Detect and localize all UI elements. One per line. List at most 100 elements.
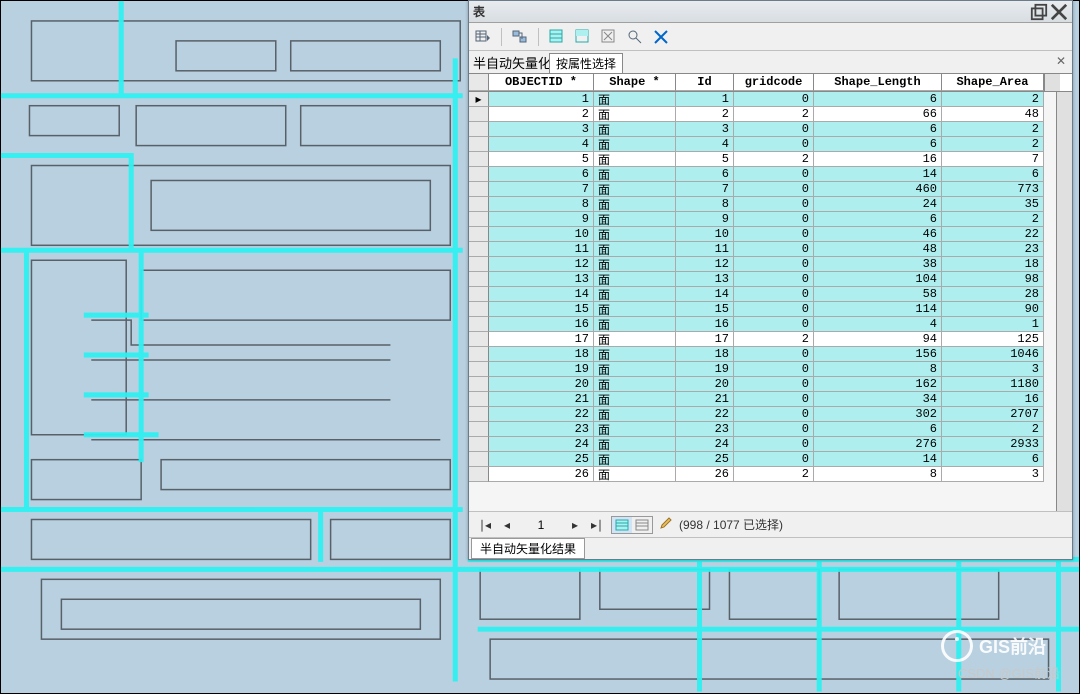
- vertical-scrollbar[interactable]: [1056, 92, 1072, 511]
- row-handle[interactable]: [469, 467, 489, 482]
- row-handle[interactable]: [469, 287, 489, 302]
- show-all-icon[interactable]: [612, 517, 632, 533]
- cell-gridcode: 2: [734, 467, 814, 482]
- table-row[interactable]: 18面1801561046: [469, 347, 1056, 362]
- row-handle[interactable]: [469, 377, 489, 392]
- delete-selection-icon[interactable]: [651, 27, 671, 47]
- table-row[interactable]: 17面17294125: [469, 332, 1056, 347]
- cell-gridcode: 0: [734, 212, 814, 227]
- select-by-attr-popup[interactable]: 按属性选择: [549, 53, 623, 74]
- select-all-handle[interactable]: [469, 74, 489, 91]
- table-row[interactable]: 3面3062: [469, 122, 1056, 137]
- table-row[interactable]: 5面52167: [469, 152, 1056, 167]
- cell-shape: 面: [594, 467, 676, 482]
- row-handle[interactable]: ▸: [469, 92, 489, 107]
- row-handle[interactable]: [469, 227, 489, 242]
- table-row[interactable]: 26面26283: [469, 467, 1056, 482]
- close-tab-icon[interactable]: ✕: [1056, 54, 1066, 68]
- table-row[interactable]: 2面226648: [469, 107, 1056, 122]
- row-handle[interactable]: [469, 302, 489, 317]
- edit-pencil-icon[interactable]: [659, 516, 673, 533]
- next-record-icon[interactable]: ▸: [567, 517, 583, 533]
- cell-gridcode: 0: [734, 122, 814, 137]
- table-row[interactable]: 6面60146: [469, 167, 1056, 182]
- col-shape-area[interactable]: Shape_Area: [942, 74, 1044, 91]
- close-icon[interactable]: [1050, 5, 1068, 19]
- cell-length: 24: [814, 197, 942, 212]
- cell-gridcode: 0: [734, 422, 814, 437]
- layer-tab-label[interactable]: 半自动矢量化: [473, 53, 551, 72]
- col-id[interactable]: Id: [676, 74, 734, 91]
- row-handle[interactable]: [469, 182, 489, 197]
- show-selected-icon[interactable]: [632, 517, 652, 533]
- related-tables-icon[interactable]: [510, 27, 530, 47]
- table-row[interactable]: ▸1面1062: [469, 92, 1056, 107]
- row-handle[interactable]: [469, 152, 489, 167]
- row-handle[interactable]: [469, 422, 489, 437]
- table-row[interactable]: 10面1004622: [469, 227, 1056, 242]
- cell-area: 98: [942, 272, 1044, 287]
- row-handle[interactable]: [469, 362, 489, 377]
- row-handle[interactable]: [469, 317, 489, 332]
- titlebar[interactable]: 表: [469, 1, 1072, 23]
- row-handle[interactable]: [469, 242, 489, 257]
- table-row[interactable]: 13面13010498: [469, 272, 1056, 287]
- row-handle[interactable]: [469, 347, 489, 362]
- cell-gridcode: 0: [734, 197, 814, 212]
- row-handle[interactable]: [469, 107, 489, 122]
- cell-objectid: 20: [489, 377, 594, 392]
- row-handle[interactable]: [469, 197, 489, 212]
- prev-record-icon[interactable]: ◂: [499, 517, 515, 533]
- cell-area: 773: [942, 182, 1044, 197]
- cell-objectid: 19: [489, 362, 594, 377]
- table-row[interactable]: 14面1405828: [469, 287, 1056, 302]
- table-row[interactable]: 25面250146: [469, 452, 1056, 467]
- row-handle[interactable]: [469, 137, 489, 152]
- table-row[interactable]: 24面2402762933: [469, 437, 1056, 452]
- col-shape-length[interactable]: Shape_Length: [814, 74, 942, 91]
- first-record-icon[interactable]: ∣◂: [477, 517, 493, 533]
- table-row[interactable]: 4面4062: [469, 137, 1056, 152]
- row-handle[interactable]: [469, 392, 489, 407]
- row-handle[interactable]: [469, 332, 489, 347]
- table-row[interactable]: 11面1104823: [469, 242, 1056, 257]
- table-options-icon[interactable]: [473, 27, 493, 47]
- record-number-input[interactable]: [521, 518, 561, 532]
- cell-gridcode: 0: [734, 437, 814, 452]
- row-handle[interactable]: [469, 272, 489, 287]
- restore-icon[interactable]: [1030, 5, 1048, 19]
- row-handle[interactable]: [469, 122, 489, 137]
- table-row[interactable]: 21面2103416: [469, 392, 1056, 407]
- table-row[interactable]: 16面16041: [469, 317, 1056, 332]
- switch-selection-icon[interactable]: [573, 27, 593, 47]
- result-layer-tab[interactable]: 半自动矢量化结果: [471, 538, 585, 559]
- cell-area: 1: [942, 317, 1044, 332]
- table-row[interactable]: 23面23062: [469, 422, 1056, 437]
- table-row[interactable]: 12面1203818: [469, 257, 1056, 272]
- row-handle[interactable]: [469, 257, 489, 272]
- col-objectid[interactable]: OBJECTID *: [489, 74, 594, 91]
- table-row[interactable]: 22面2203022707: [469, 407, 1056, 422]
- last-record-icon[interactable]: ▸∣: [589, 517, 605, 533]
- clear-selection-icon[interactable]: [599, 27, 619, 47]
- col-shape[interactable]: Shape *: [594, 74, 676, 91]
- row-handle[interactable]: [469, 167, 489, 182]
- table-row[interactable]: 7面70460773: [469, 182, 1056, 197]
- show-mode-toggle[interactable]: [611, 516, 653, 534]
- select-by-attributes-icon[interactable]: [547, 27, 567, 47]
- table-row[interactable]: 9面9062: [469, 212, 1056, 227]
- row-handle[interactable]: [469, 452, 489, 467]
- table-row[interactable]: 8面802435: [469, 197, 1056, 212]
- row-handle[interactable]: [469, 212, 489, 227]
- table-row[interactable]: 15面15011490: [469, 302, 1056, 317]
- col-gridcode[interactable]: gridcode: [734, 74, 814, 91]
- table-row[interactable]: 20面2001621180: [469, 377, 1056, 392]
- cell-id: 3: [676, 122, 734, 137]
- row-handle[interactable]: [469, 407, 489, 422]
- cell-area: 2: [942, 122, 1044, 137]
- zoom-selection-icon[interactable]: [625, 27, 645, 47]
- table-row[interactable]: 19面19083: [469, 362, 1056, 377]
- window-title: 表: [473, 3, 1028, 20]
- grid-rows[interactable]: ▸1面10622面2266483面30624面40625面521676面6014…: [469, 92, 1056, 511]
- row-handle[interactable]: [469, 437, 489, 452]
